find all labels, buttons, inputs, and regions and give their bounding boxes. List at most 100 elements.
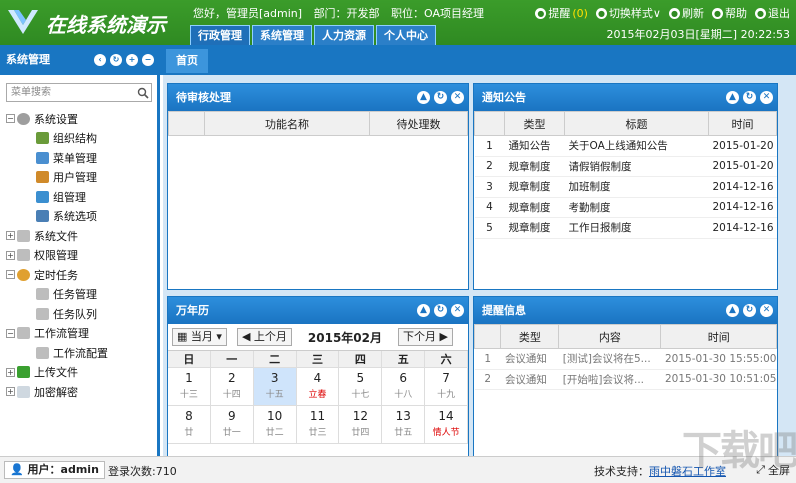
expand-toggle-icon[interactable]: + — [6, 367, 15, 377]
refresh-icon[interactable]: ↻ — [434, 91, 447, 104]
expand-toggle-icon[interactable]: + — [6, 250, 15, 260]
close-icon[interactable]: ✕ — [451, 91, 464, 104]
user-chip[interactable]: 👤 用户：admin — [4, 461, 105, 479]
tree-item[interactable]: 用户管理 — [0, 168, 155, 188]
tree-item-label: 菜单管理 — [53, 151, 97, 165]
nav-tab-3[interactable]: 个人中心 — [376, 25, 436, 45]
collapse-icon[interactable]: ▲ — [726, 91, 739, 104]
user-icon — [36, 171, 49, 184]
nav-tab-1[interactable]: 系统管理 — [252, 25, 312, 45]
close-icon[interactable]: ✕ — [760, 91, 773, 104]
top-action-1[interactable]: ● 切换样式∨ — [595, 5, 661, 21]
table-row[interactable]: 1 通知公告 关于OA上线通知公告 2015-01-20 — [474, 135, 777, 157]
lunar-label: 十八 — [394, 390, 413, 400]
tree-item[interactable]: − 系统设置 — [0, 109, 155, 129]
nav-tabs: 行政管理 系统管理 人力资源 个人中心 — [190, 25, 436, 45]
sidebar-header: 系统管理 ‹ ↻ + − — [0, 45, 160, 75]
lunar-label: 十五 — [265, 390, 284, 400]
reminder-title: 提醒信息 — [482, 304, 526, 317]
tree-item[interactable]: 任务队列 — [0, 304, 155, 324]
menu-search-input[interactable]: 菜单搜索 — [6, 83, 152, 102]
refresh-icon: ● — [669, 7, 680, 19]
top-action-2[interactable]: ● 刷新 — [669, 5, 704, 21]
collapse-icon[interactable]: ▲ — [417, 304, 430, 317]
table-cell: 2 — [474, 156, 505, 177]
calendar-day[interactable]: 8廿 — [168, 406, 211, 444]
table-row[interactable]: 3 规章制度 加班制度 2014-12-16 — [474, 176, 777, 198]
doc-icon — [17, 385, 30, 398]
tree-item[interactable]: 菜单管理 — [0, 148, 155, 168]
tree-item[interactable]: 任务管理 — [0, 285, 155, 305]
calendar-day[interactable]: 13 廿五 — [382, 406, 426, 444]
calendar-day[interactable]: 10 廿二 — [253, 406, 297, 444]
refresh-icon[interactable]: ↻ — [434, 304, 447, 317]
tree-item[interactable]: + 加密解密 — [0, 382, 155, 402]
calendar-day[interactable]: 4 立春 — [296, 368, 340, 406]
calendar-day[interactable]: 1 十三 — [168, 368, 211, 406]
tree-item[interactable]: − 定时任务 — [0, 265, 155, 285]
prev-month-button[interactable]: ◀ 上个月 — [236, 328, 292, 346]
tree-item[interactable]: + 权限管理 — [0, 246, 155, 266]
close-icon[interactable]: ✕ — [451, 304, 464, 317]
top-action-4[interactable]: ● 退出 — [755, 5, 790, 21]
col-title: 标题 — [564, 111, 709, 136]
collapse-icon[interactable]: ▲ — [417, 91, 430, 104]
collapse-all-icon[interactable]: − — [142, 54, 154, 66]
top-action-3[interactable]: ● 帮助 — [712, 5, 747, 21]
calendar-day[interactable]: 3 十五 — [253, 368, 297, 406]
collapse-icon[interactable]: ‹ — [94, 54, 106, 66]
expand-toggle-icon[interactable]: − — [6, 328, 15, 338]
top-action-0[interactable]: ● 提醒 (0) — [535, 5, 588, 21]
tree-item[interactable]: − 工作流管理 — [0, 324, 155, 344]
current-month-button[interactable]: ▦ 当月 ▾ — [172, 328, 227, 346]
table-row[interactable]: 2 会议通知 [开始啦]会议将... 2015-01-30 10:51:05 — [474, 369, 777, 390]
expand-toggle-icon[interactable]: − — [6, 270, 15, 280]
calendar-day[interactable]: 5 十七 — [339, 368, 383, 406]
expand-toggle-icon[interactable]: + — [6, 231, 15, 241]
next-month-button[interactable]: 下个月 ▶ — [398, 328, 453, 346]
table-row[interactable]: 1 会议通知 [测试]会议将在5... 2015-01-30 15:55:00 — [474, 348, 777, 370]
lunar-label: 廿 — [184, 428, 194, 438]
tree-item[interactable]: 组管理 — [0, 187, 155, 207]
refresh-icon[interactable]: ↻ — [743, 91, 756, 104]
calendar-panel: 万年历 ▲ ↻ ✕ ▦ 当月 ▾ ◀ 上个月 2015年02月 下个月 ▶ 日一二三… — [167, 296, 469, 466]
refresh-icon[interactable]: ↻ — [743, 304, 756, 317]
table-cell: 请假销假制度 — [564, 156, 709, 177]
folder-icon — [36, 346, 49, 359]
exit-icon: ● — [755, 7, 766, 19]
day-number: 3 — [270, 371, 279, 385]
notice-title: 通知公告 — [482, 91, 526, 104]
table-row[interactable]: 2 规章制度 请假销假制度 2015-01-20 — [474, 156, 777, 177]
tree-item[interactable]: + 上传文件 — [0, 363, 155, 383]
refresh-icon[interactable]: ↻ — [110, 54, 122, 66]
expand-toggle-icon[interactable]: + — [6, 387, 15, 397]
tree-item[interactable]: 工作流配置 — [0, 343, 155, 363]
close-icon[interactable]: ✕ — [760, 304, 773, 317]
calendar-day[interactable]: 7 十九 — [425, 368, 468, 406]
day-number: 6 — [399, 371, 408, 385]
expand-toggle-icon[interactable]: − — [6, 114, 15, 124]
sidebar: 菜单搜索 − 系统设置 组织结构 菜单管理 用户管理 组管理 系统选项 + 系统文件 + 权限管理 −… — [0, 75, 160, 456]
tree-item[interactable]: 系统选项 — [0, 207, 155, 227]
folder-icon — [17, 229, 30, 242]
calendar-day[interactable]: 14 情人节 — [425, 406, 468, 444]
tree-item[interactable]: + 系统文件 — [0, 226, 155, 246]
calendar-day[interactable]: 12 廿四 — [339, 406, 383, 444]
table-row[interactable]: 5 规章制度 工作日报制度 2014-12-16 — [474, 217, 777, 239]
expand-all-icon[interactable]: + — [126, 54, 138, 66]
nav-tab-2[interactable]: 人力资源 — [314, 25, 374, 45]
tab-home[interactable]: 首页 — [166, 49, 208, 73]
position: 职位：OA项目经理 — [391, 7, 485, 20]
logo-icon — [8, 10, 38, 34]
nav-tab-0[interactable]: 行政管理 — [190, 25, 250, 45]
calendar-day[interactable]: 6 十八 — [382, 368, 426, 406]
calendar-day[interactable]: 9 廿一 — [210, 406, 254, 444]
collapse-icon[interactable]: ▲ — [726, 304, 739, 317]
tree-item[interactable]: 组织结构 — [0, 129, 155, 149]
search-icon[interactable] — [137, 87, 149, 99]
day-number: 7 — [442, 371, 450, 385]
table-cell: 2015-01-30 10:51:05 — [660, 369, 777, 390]
calendar-day[interactable]: 11 廿三 — [296, 406, 340, 444]
table-row[interactable]: 4 规章制度 考勤制度 2014-12-16 — [474, 197, 777, 218]
calendar-day[interactable]: 2 十四 — [210, 368, 254, 406]
